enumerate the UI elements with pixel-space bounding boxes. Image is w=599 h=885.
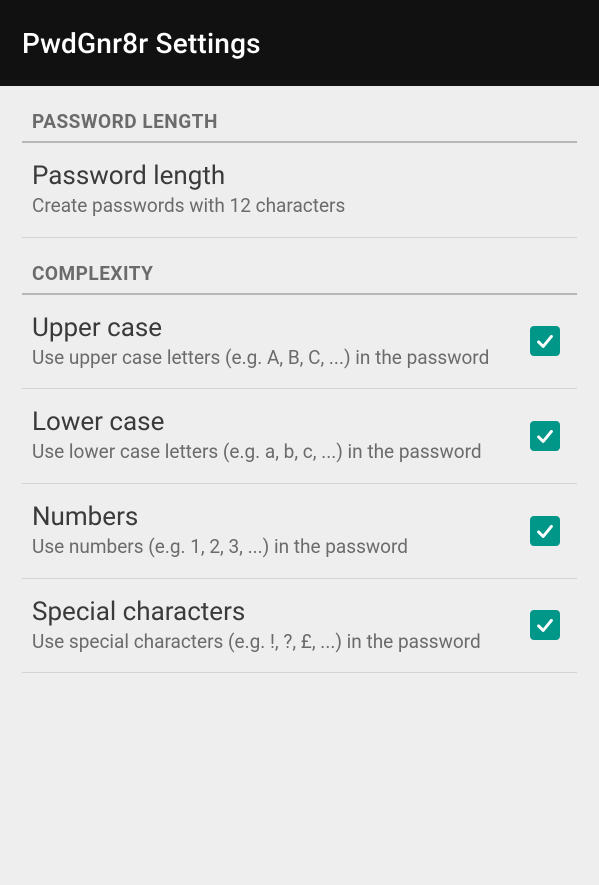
pref-summary: Use upper case letters (e.g. A, B, C, ..… bbox=[32, 345, 509, 371]
pref-title: Special characters bbox=[32, 597, 509, 627]
pref-title: Password length bbox=[32, 161, 549, 191]
pref-text: Lower case Use lower case letters (e.g. … bbox=[32, 407, 525, 465]
pref-summary: Use special characters (e.g. !, ?, £, ..… bbox=[32, 629, 509, 655]
section-header-password-length: PASSWORD LENGTH bbox=[22, 86, 577, 143]
settings-content: PASSWORD LENGTH Password length Create p… bbox=[0, 86, 599, 673]
pref-upper-case[interactable]: Upper case Use upper case letters (e.g. … bbox=[22, 295, 577, 390]
action-bar: PwdGnr8r Settings bbox=[0, 0, 599, 86]
check-icon bbox=[530, 516, 560, 546]
pref-text: Upper case Use upper case letters (e.g. … bbox=[32, 313, 525, 371]
pref-text: Password length Create passwords with 12… bbox=[32, 161, 565, 219]
pref-numbers[interactable]: Numbers Use numbers (e.g. 1, 2, 3, ...) … bbox=[22, 484, 577, 579]
pref-title: Upper case bbox=[32, 313, 509, 343]
pref-password-length[interactable]: Password length Create passwords with 12… bbox=[22, 143, 577, 238]
page-title: PwdGnr8r Settings bbox=[22, 27, 261, 60]
pref-lower-case[interactable]: Lower case Use lower case letters (e.g. … bbox=[22, 389, 577, 484]
pref-special-characters[interactable]: Special characters Use special character… bbox=[22, 579, 577, 674]
check-icon bbox=[530, 610, 560, 640]
checkbox-upper-case[interactable] bbox=[525, 326, 565, 356]
checkbox-special-characters[interactable] bbox=[525, 610, 565, 640]
checkbox-numbers[interactable] bbox=[525, 516, 565, 546]
pref-text: Special characters Use special character… bbox=[32, 597, 525, 655]
check-icon bbox=[530, 326, 560, 356]
section-header-complexity: COMPLEXITY bbox=[22, 238, 577, 295]
checkbox-lower-case[interactable] bbox=[525, 421, 565, 451]
pref-summary: Create passwords with 12 characters bbox=[32, 193, 549, 219]
check-icon bbox=[530, 421, 560, 451]
pref-title: Numbers bbox=[32, 502, 509, 532]
pref-title: Lower case bbox=[32, 407, 509, 437]
pref-text: Numbers Use numbers (e.g. 1, 2, 3, ...) … bbox=[32, 502, 525, 560]
pref-summary: Use numbers (e.g. 1, 2, 3, ...) in the p… bbox=[32, 534, 509, 560]
pref-summary: Use lower case letters (e.g. a, b, c, ..… bbox=[32, 439, 509, 465]
